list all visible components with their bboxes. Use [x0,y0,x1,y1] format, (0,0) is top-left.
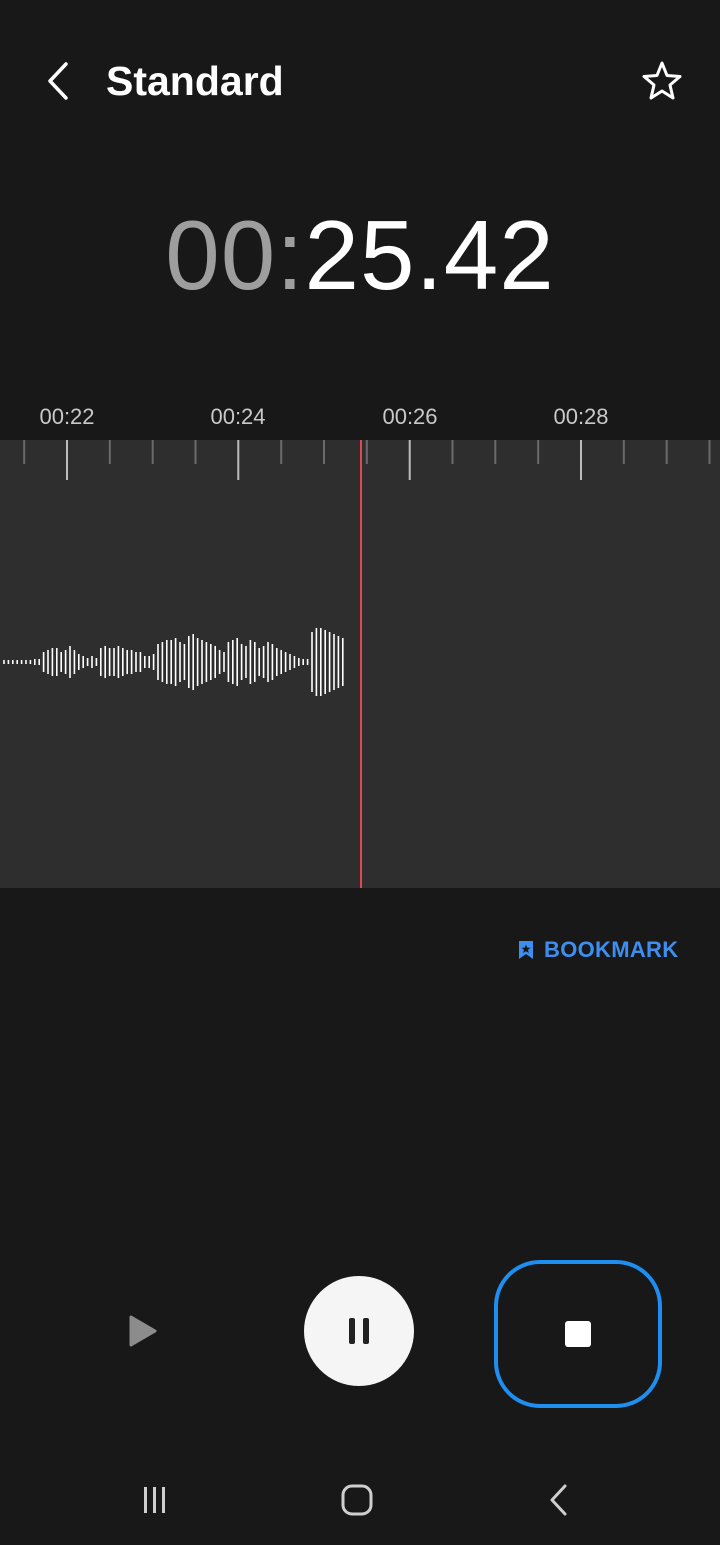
system-back-button[interactable] [534,1478,584,1522]
page-title: Standard [106,58,284,104]
pause-icon [349,1318,369,1344]
recents-button[interactable] [130,1478,180,1522]
timeline-ticks [23,440,711,480]
favorite-button[interactable] [636,56,688,106]
bookmark-icon [519,941,533,959]
waveform-panel[interactable] [0,440,720,888]
bookmark-button[interactable]: BOOKMARK [516,930,678,970]
recents-icon [144,1487,165,1513]
timeline-label: 00:28 [553,404,609,429]
back-icon [550,1484,567,1516]
top-app-bar: Standard [0,0,720,160]
bookmark-label: BOOKMARK [544,937,679,962]
waveform-bars [3,628,344,696]
timer-separator: : [276,200,305,310]
waveform-graphic [3,440,711,888]
timeline-label: 00:26 [382,404,438,429]
stop-icon [565,1321,591,1347]
play-button[interactable] [118,1306,168,1356]
star-outline-icon [642,61,682,100]
chevron-left-icon [48,62,68,100]
pause-button[interactable] [304,1276,414,1386]
stop-button[interactable] [494,1260,662,1408]
back-button[interactable] [38,56,82,106]
timer-seconds: 25.42 [304,200,555,310]
system-nav-bar [0,1460,720,1545]
home-icon [341,1484,373,1516]
timeline-label: 00:24 [210,404,266,429]
timeline-labels: 00:22 00:24 00:26 00:28 [0,400,720,440]
play-icon [129,1315,157,1347]
timer-minutes: 00 [165,200,277,310]
home-button[interactable] [332,1478,382,1522]
timeline-label: 00:22 [39,404,95,429]
recording-timer: 00:25.42 [0,195,720,315]
